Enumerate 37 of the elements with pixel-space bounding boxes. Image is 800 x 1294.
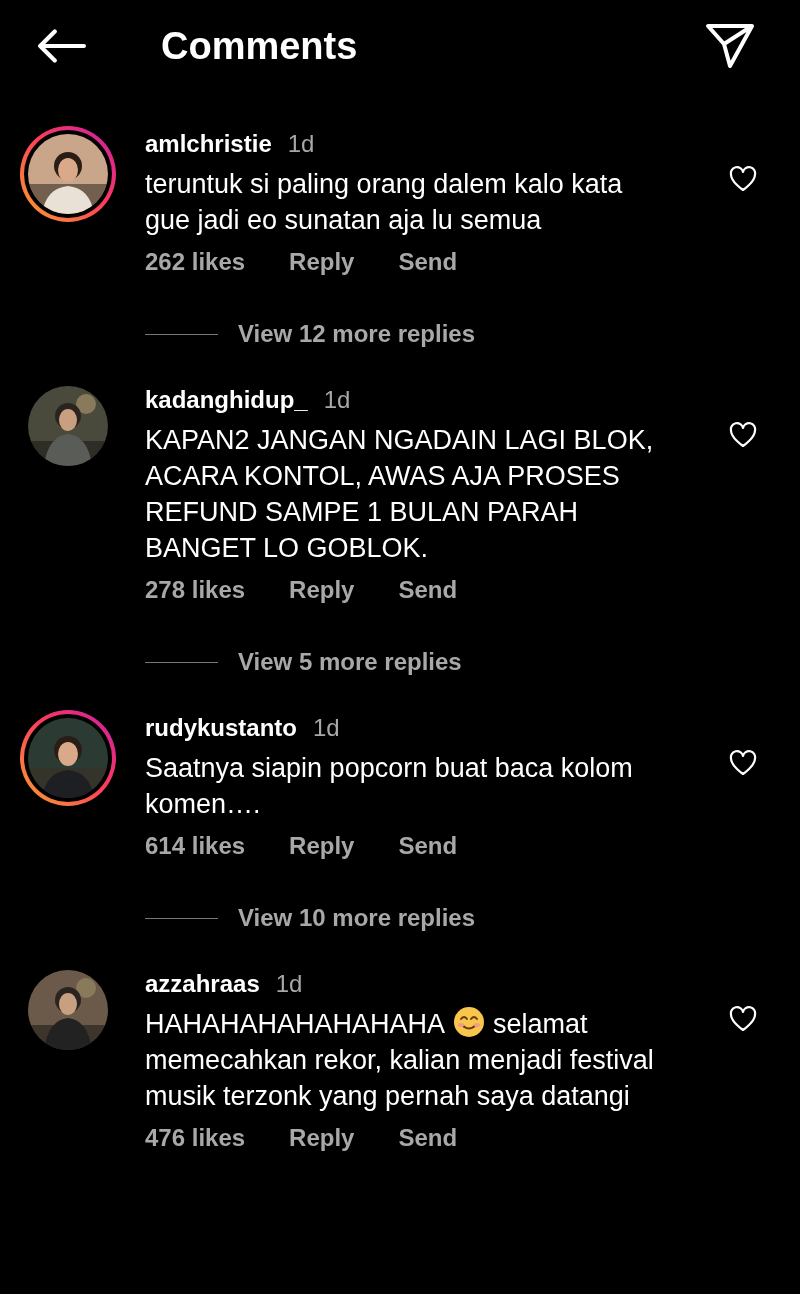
send-button[interactable]: Send (398, 1124, 458, 1152)
comment-text: Saatnya siapin popcorn buat baca kolom komen…. (145, 752, 634, 821)
comment-time: 1d (287, 130, 315, 158)
reply-button[interactable]: Reply (289, 576, 355, 604)
send-button[interactable]: Send (398, 576, 458, 604)
send-button[interactable]: Send (398, 248, 458, 276)
comment-text: KAPAN2 JANGAN NGADAIN LAGI BLOK, ACARA KONTOL, AWAS AJA PROSES REFUND SAMPE 1 BULAN PARAH BANGET LO GOBLOK. (145, 424, 655, 565)
heart-icon[interactable] (729, 750, 757, 776)
comment-time: 1d (323, 386, 351, 414)
likes-count[interactable]: 614 likes (145, 832, 246, 860)
comment-time: 1d (275, 970, 303, 998)
reply-button[interactable]: Reply (289, 248, 355, 276)
view-replies-button[interactable]: View 10 more replies (238, 904, 476, 932)
send-button[interactable]: Send (398, 832, 458, 860)
comment-text: HAHAHAHAHAHAHAHA (145, 1009, 446, 1039)
likes-count[interactable]: 476 likes (145, 1124, 246, 1152)
send-icon[interactable] (705, 23, 755, 69)
comment-text: teruntuk si paling orang dalem kalo kata gue jadi eo sunatan aja lu semua (145, 168, 624, 237)
back-icon[interactable] (36, 29, 86, 63)
heart-icon[interactable] (729, 1006, 757, 1032)
reply-button[interactable]: Reply (289, 832, 355, 860)
comment-time: 1d (313, 714, 340, 742)
heart-icon[interactable] (729, 422, 757, 448)
likes-count[interactable]: 262 likes (145, 248, 246, 276)
view-replies-button[interactable]: View 12 more replies (238, 320, 476, 348)
username[interactable]: azzahraas (145, 970, 260, 998)
heart-icon[interactable] (729, 166, 757, 192)
comment-text: selamat (493, 1009, 588, 1039)
username[interactable]: kadanghidup_ (145, 386, 308, 414)
smiling-face-icon (453, 1006, 486, 1038)
page-title: Comments (161, 24, 359, 68)
likes-count[interactable]: 278 likes (145, 576, 246, 604)
comment-text: memecahkan rekor, kalian menjadi festival musik terzonk yang pernah saya datangi (145, 1044, 655, 1113)
username[interactable]: amlchristie (145, 130, 272, 158)
reply-button[interactable]: Reply (289, 1124, 355, 1152)
view-replies-button[interactable]: View 5 more replies (238, 648, 462, 676)
username[interactable]: rudykustanto (145, 714, 297, 742)
